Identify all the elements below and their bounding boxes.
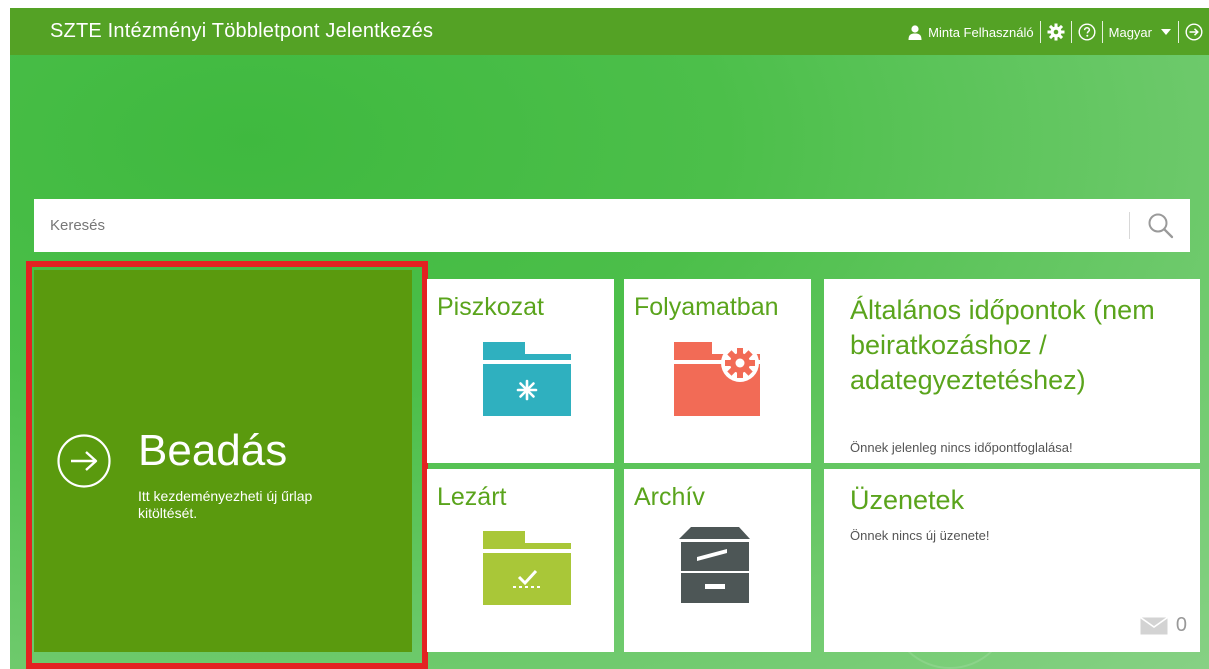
draft-folder-icon — [483, 342, 571, 416]
gear-icon — [1047, 23, 1065, 41]
search-divider — [1129, 212, 1130, 239]
logout-button[interactable] — [1179, 23, 1203, 41]
new-submission-subtitle: Itt kezdeményezheti új űrlap kitöltését. — [138, 488, 313, 521]
help-icon — [1078, 23, 1096, 41]
tile-in-progress[interactable]: Folyamatban — [624, 279, 811, 463]
tile-draft[interactable]: Piszkozat — [427, 279, 614, 463]
tile-archive-label: Archív — [634, 483, 705, 511]
user-menu[interactable]: Minta Felhasználó — [901, 24, 1040, 40]
top-bar: SZTE Intézményi Többletpont Jelentkezés … — [10, 8, 1209, 55]
new-submission-title: Beadás — [138, 426, 288, 475]
logout-icon — [1185, 23, 1203, 41]
appointments-note: Önnek jelenleg nincs időpontfoglalása! — [850, 440, 1073, 455]
user-icon — [908, 25, 922, 40]
search-icon[interactable] — [1146, 211, 1176, 241]
folder-gear-icon — [674, 342, 760, 416]
help-button[interactable] — [1072, 23, 1102, 41]
tile-closed[interactable]: Lezárt — [427, 469, 614, 652]
app-title: SZTE Intézményi Többletpont Jelentkezés — [50, 20, 434, 42]
messages-count-badge[interactable]: 0 — [1139, 614, 1187, 637]
search-input[interactable] — [34, 199, 1124, 252]
tile-draft-label: Piszkozat — [437, 293, 544, 321]
search-bar — [34, 199, 1190, 252]
caret-down-icon — [1161, 29, 1171, 35]
messages-note: Önnek nincs új üzenete! — [850, 528, 990, 543]
messages-count: 0 — [1175, 614, 1187, 636]
arrow-right-circle-icon — [57, 434, 111, 488]
language-label: Magyar — [1108, 24, 1152, 40]
user-name: Minta Felhasználó — [928, 24, 1034, 40]
tile-archive[interactable]: Archív — [624, 469, 811, 652]
settings-button[interactable] — [1041, 23, 1071, 41]
appointments-title: Általános időpontok (nem beiratkozáshoz … — [850, 295, 1155, 395]
language-selector[interactable]: Magyar — [1103, 25, 1178, 40]
appointments-panel[interactable]: Általános időpontok (nem beiratkozáshoz … — [824, 279, 1200, 463]
new-submission-tile[interactable]: Beadás Itt kezdeményezheti új űrlap kitö… — [34, 270, 412, 652]
messages-panel[interactable]: Üzenetek Önnek nincs új üzenete! 0 — [824, 469, 1200, 652]
tile-closed-label: Lezárt — [437, 483, 507, 511]
tile-in-progress-label: Folyamatban — [634, 293, 779, 321]
archive-cabinet-icon — [679, 527, 750, 603]
top-bar-actions: Minta Felhasználó Magyar — [901, 21, 1203, 43]
messages-title: Üzenetek — [850, 485, 965, 515]
closed-folder-icon — [483, 531, 571, 605]
envelope-icon — [1139, 616, 1168, 634]
